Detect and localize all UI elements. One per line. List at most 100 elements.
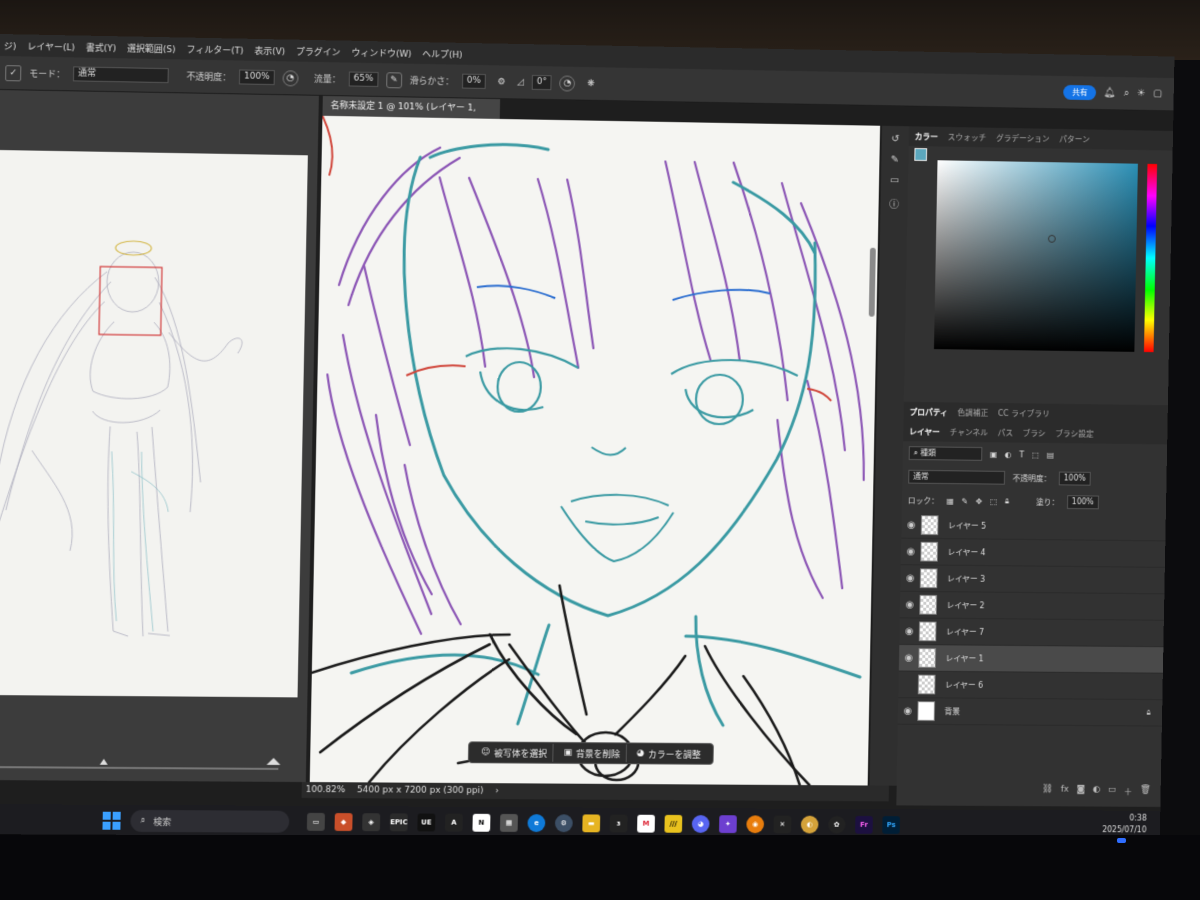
layer-name[interactable]: レイヤー 3 xyxy=(947,573,985,584)
visibility-eye-icon[interactable]: ◉ xyxy=(900,626,920,637)
main-canvas[interactable] xyxy=(310,116,880,786)
layer-kind-filter[interactable]: ⌕ 種類 xyxy=(909,446,983,461)
remove-background-button[interactable]: ▣ 背景を削除 xyxy=(558,744,627,762)
discord-icon[interactable]: ◕ xyxy=(692,815,710,833)
document-size[interactable]: 5400 px x 7200 px (300 ppi) xyxy=(357,785,484,796)
tab-layers[interactable]: レイヤー xyxy=(909,426,940,437)
layer-row[interactable]: レイヤー 6 xyxy=(898,671,1163,700)
share-button[interactable]: 共有 xyxy=(1063,85,1096,100)
menu-item-plugins[interactable]: プラグイン xyxy=(296,44,341,58)
lock-all-icon[interactable]: 🔒︎ xyxy=(1005,496,1009,506)
miro-icon[interactable]: /// xyxy=(664,815,682,833)
fill-input[interactable]: 100% xyxy=(1067,495,1099,509)
workspace-icon[interactable]: ▢ xyxy=(1153,88,1162,99)
layer-row[interactable]: ◉ レイヤー 1 xyxy=(899,645,1164,674)
angle-input[interactable]: 0° xyxy=(532,75,552,90)
menu-item-filter[interactable]: フィルター(T) xyxy=(186,42,243,56)
layer-name[interactable]: レイヤー 7 xyxy=(946,626,984,637)
menu-item-view[interactable]: 表示(V) xyxy=(254,43,285,57)
navigator-zoom-max-icon[interactable] xyxy=(267,758,281,765)
windows-start-icon[interactable] xyxy=(102,812,120,830)
chevron-right-icon[interactable]: › xyxy=(495,786,499,796)
layer-row[interactable]: ◉ レイヤー 2 xyxy=(900,592,1165,621)
select-subject-button[interactable]: ☺ 被写体を選択 xyxy=(475,743,554,761)
search-box[interactable]: ⌕ 検索 xyxy=(130,810,289,833)
layer-lock-icon[interactable]: 🔒︎ xyxy=(1146,708,1150,718)
notion-icon[interactable]: N xyxy=(472,814,490,832)
app-icon-5[interactable]: ◐ xyxy=(801,816,819,834)
filter-type-icon[interactable]: T xyxy=(1019,450,1024,459)
lock-transparent-icon[interactable]: ▦ xyxy=(946,496,953,505)
gmail-icon[interactable]: M xyxy=(637,815,655,833)
settings-icon[interactable]: ⚙ xyxy=(555,814,573,832)
folder-icon[interactable]: ▬ xyxy=(582,814,600,832)
menu-item-select[interactable]: 選択範囲(S) xyxy=(127,41,176,55)
comment-icon[interactable]: ▭ xyxy=(890,175,899,186)
navigator-zoom-handle[interactable] xyxy=(100,759,108,765)
layer-name[interactable]: レイヤー 2 xyxy=(946,600,984,611)
menu-item-layer[interactable]: レイヤー(L) xyxy=(27,39,75,53)
smoothing-input[interactable]: 0% xyxy=(462,74,486,89)
gear-icon[interactable]: ⚙ xyxy=(494,74,510,90)
pressure-size-icon[interactable]: ◔ xyxy=(559,75,575,91)
app-icon-4[interactable]: ✕ xyxy=(774,816,792,834)
checkbox-icon[interactable]: ✓ xyxy=(5,65,21,81)
tab-gradients[interactable]: グラデーション xyxy=(996,132,1050,144)
pressure-opacity-icon[interactable]: ◔ xyxy=(282,70,298,86)
group-icon[interactable]: ▭ xyxy=(1108,785,1117,803)
navigator-preview[interactable] xyxy=(0,150,308,697)
menu-item-image[interactable]: ジ) xyxy=(4,39,17,52)
hue-slider[interactable] xyxy=(1144,164,1157,352)
color-picker-cursor[interactable] xyxy=(1048,235,1056,243)
tab-paths[interactable]: パス xyxy=(998,427,1014,438)
layer-name[interactable]: レイヤー 6 xyxy=(945,679,983,690)
trash-icon[interactable]: 🗑︎ xyxy=(1140,785,1151,803)
flow-input[interactable]: 65% xyxy=(348,72,378,87)
blender-icon[interactable]: ◉ xyxy=(746,815,764,833)
airbrush-icon[interactable]: ✎ xyxy=(386,72,402,88)
mask-icon[interactable]: ◙ xyxy=(1076,785,1085,803)
history-icon[interactable]: ↺ xyxy=(891,134,899,145)
visibility-eye-icon[interactable]: ◉ xyxy=(901,546,921,557)
tab-color[interactable]: カラー xyxy=(915,131,938,142)
layer-opacity-input[interactable]: 100% xyxy=(1059,472,1091,486)
layer-name[interactable]: 背景 xyxy=(944,706,960,717)
lock-pixels-icon[interactable]: ✎ xyxy=(962,496,969,505)
calendar-icon[interactable]: ▦ xyxy=(500,814,518,832)
layer-blend-mode[interactable]: 通常 xyxy=(908,470,1005,485)
game-icon[interactable]: ✦ xyxy=(719,815,737,833)
filter-smart-icon[interactable]: ▤ xyxy=(1047,450,1054,459)
layer-row[interactable]: ◉ レイヤー 3 xyxy=(900,565,1164,594)
menu-item-window[interactable]: ウィンドウ(W) xyxy=(351,45,411,59)
brush-panel-icon[interactable]: ✎ xyxy=(891,155,899,166)
new-layer-icon[interactable]: ＋ xyxy=(1124,785,1133,803)
tab-patterns[interactable]: パターン xyxy=(1059,133,1090,144)
edge-icon[interactable]: e xyxy=(527,814,545,832)
layer-name[interactable]: レイヤー 4 xyxy=(947,546,985,557)
lock-position-icon[interactable]: ✥ xyxy=(976,497,983,506)
blend-mode-select[interactable]: 通常 xyxy=(73,66,169,83)
tab-channels[interactable]: チャンネル xyxy=(949,427,988,438)
color-picker-field[interactable] xyxy=(934,160,1138,352)
taskview-icon[interactable]: ▭ xyxy=(307,813,325,831)
app-icon-2[interactable]: ◈ xyxy=(362,813,380,831)
visibility-eye-icon[interactable]: ◉ xyxy=(901,573,921,584)
tab-brush-settings[interactable]: ブラシ設定 xyxy=(1055,428,1094,439)
bell-icon[interactable]: 🔔︎ xyxy=(1104,88,1116,99)
layer-row[interactable]: ◉ レイヤー 5 xyxy=(901,512,1165,541)
chatgpt-icon[interactable]: ✿ xyxy=(828,816,846,834)
photoshop-icon[interactable]: Ps xyxy=(882,816,900,834)
link-icon[interactable]: ⛓ xyxy=(1042,785,1053,803)
tab-adjustments[interactable]: 色調補正 xyxy=(957,407,988,418)
filter-pixel-icon[interactable]: ▣ xyxy=(990,450,997,459)
layer-row[interactable]: ◉ レイヤー 7 xyxy=(899,618,1164,647)
foreground-color-swatch[interactable] xyxy=(914,148,927,161)
epic-games-icon[interactable]: EPIC xyxy=(390,813,408,831)
app-a-icon[interactable]: A xyxy=(445,814,463,832)
adjustment-layer-icon[interactable]: ◐ xyxy=(1092,785,1100,803)
adjust-color-button[interactable]: ◕ カラーを調整 xyxy=(631,744,707,762)
navigator-zoom-slider[interactable] xyxy=(0,766,278,770)
system-clock[interactable]: 0:38 2025/07/10 xyxy=(1102,812,1147,836)
lightbulb-icon[interactable]: ☀ xyxy=(1137,88,1146,99)
layer-row[interactable]: ◉ 背景 🔒︎ xyxy=(898,698,1163,726)
